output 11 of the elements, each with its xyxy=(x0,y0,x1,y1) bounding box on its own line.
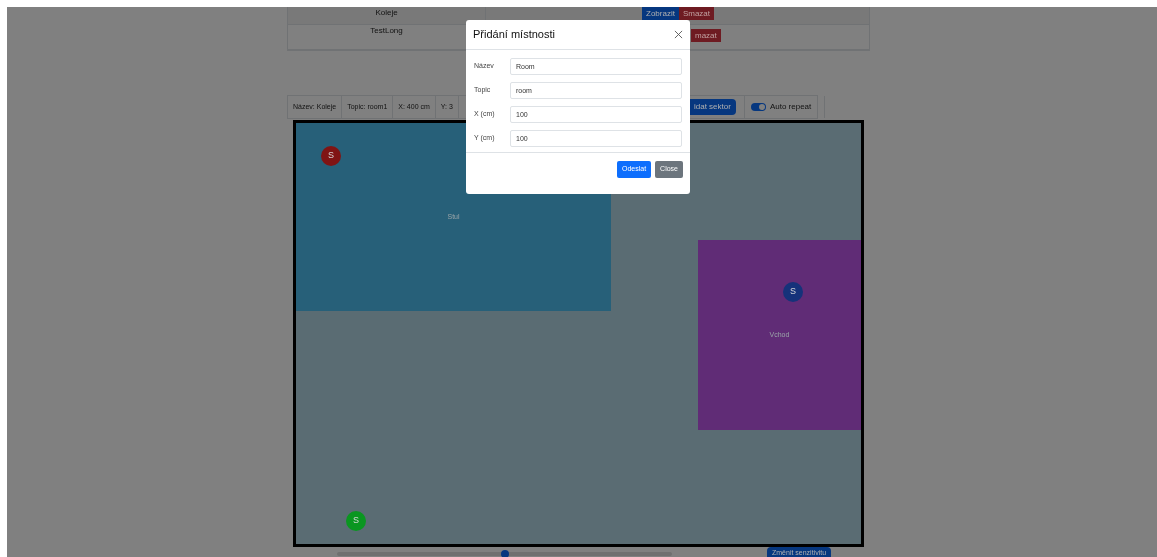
dialog-title: Přidání místnosti xyxy=(473,27,555,43)
close-icon[interactable] xyxy=(674,30,683,39)
delete-button[interactable]: Smazat xyxy=(678,7,715,20)
toggle-label: Auto repeat xyxy=(769,101,812,113)
delete-button[interactable]: mazat xyxy=(691,29,721,42)
toggle-switch[interactable] xyxy=(750,103,766,111)
sensitivity-slider[interactable] xyxy=(337,550,672,557)
view-button[interactable]: Zobrazit xyxy=(642,7,679,20)
sensor-marker[interactable]: S xyxy=(346,511,366,531)
room-name: TestLong xyxy=(370,25,403,37)
room-name: Koleje xyxy=(375,7,398,19)
